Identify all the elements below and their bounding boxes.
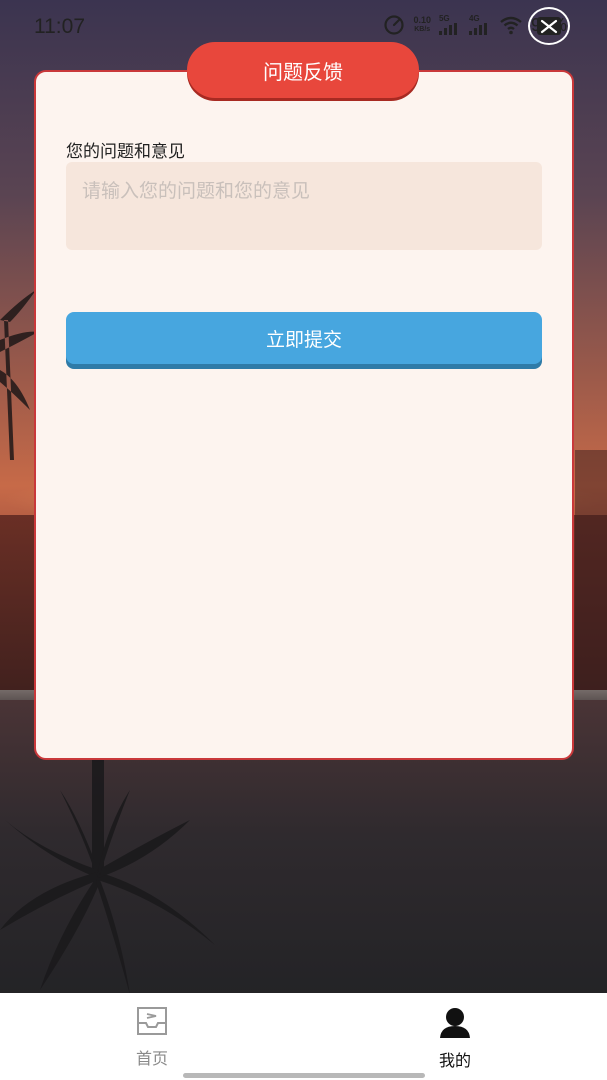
signal-5g-label: 5G xyxy=(438,14,450,23)
close-icon xyxy=(537,17,561,35)
close-button[interactable] xyxy=(528,7,570,45)
nav-label-home: 首页 xyxy=(135,1049,168,1068)
signal-5g: 5G xyxy=(438,14,461,35)
home-tray-icon xyxy=(137,1007,167,1035)
net-speed-unit: KB/s xyxy=(414,26,431,33)
wifi-icon xyxy=(500,16,522,35)
feedback-field-label: 您的问题和意见 xyxy=(66,142,185,162)
signal-4g-label: 4G xyxy=(468,14,480,23)
home-indicator xyxy=(183,1073,425,1078)
signal-bars-icon xyxy=(438,23,457,35)
nav-item-home[interactable]: 首页 xyxy=(92,1005,212,1069)
nav-label-mine: 我的 xyxy=(438,1051,471,1070)
nav-item-mine[interactable]: 我的 xyxy=(395,1005,515,1071)
net-speed-value: 0.10 xyxy=(413,15,431,25)
signal-bars-icon xyxy=(468,23,487,35)
feedback-input[interactable] xyxy=(66,162,542,250)
bottom-nav: 首页 我的 xyxy=(0,993,607,1080)
status-time: 11:07 xyxy=(34,15,85,38)
user-icon xyxy=(440,1008,470,1038)
signal-4g: 4G xyxy=(468,14,491,35)
submit-button[interactable]: 立即提交 xyxy=(66,312,542,364)
speedometer-icon xyxy=(384,15,405,35)
page-title: 问题反馈 xyxy=(187,42,419,98)
net-speed: 0.10 KB/s xyxy=(413,16,431,34)
